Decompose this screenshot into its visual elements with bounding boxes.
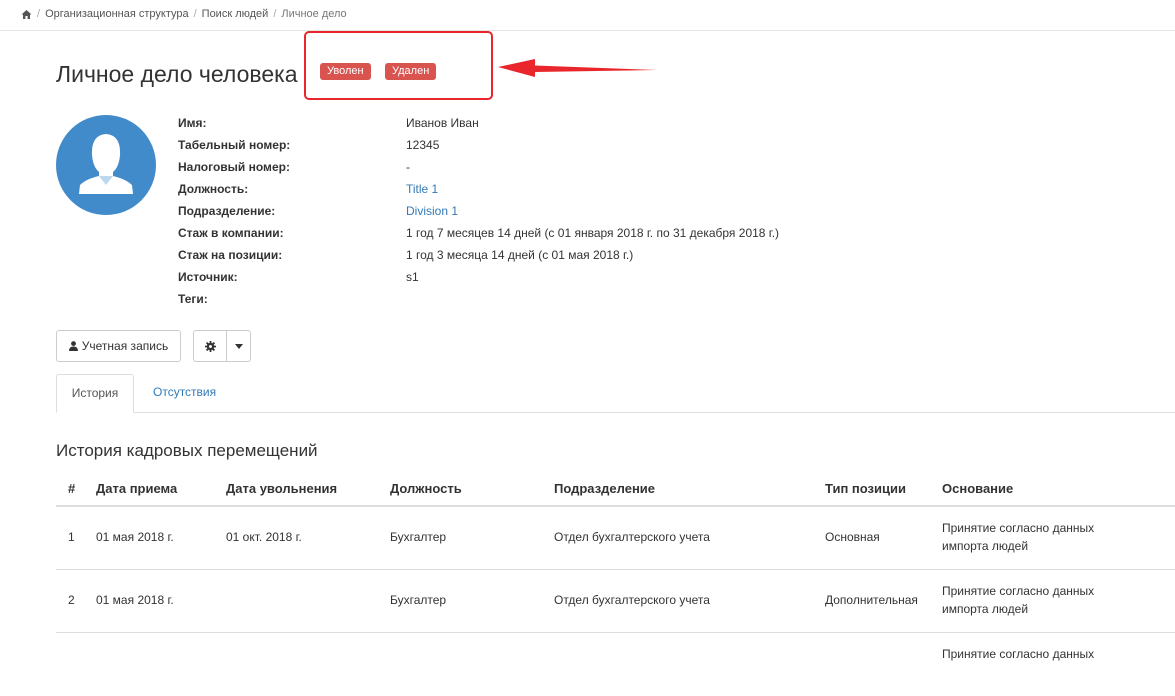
cell-dismissal-date: 01 окт. 2018 г. bbox=[226, 530, 302, 544]
breadcrumb-separator: / bbox=[37, 8, 41, 20]
user-avatar-icon bbox=[56, 115, 156, 215]
cell-basis-line: импорта людей bbox=[942, 602, 1029, 616]
division-link[interactable]: Division 1 bbox=[406, 203, 458, 219]
cell-hire-date: 01 мая 2018 г. bbox=[96, 530, 174, 544]
column-header-hire-date: Дата приема bbox=[96, 481, 178, 496]
info-value: - bbox=[406, 160, 410, 174]
info-label: Источник: bbox=[178, 270, 238, 284]
cell-position-type: Дополнительная bbox=[825, 593, 918, 607]
settings-dropdown-toggle[interactable] bbox=[226, 330, 251, 362]
cell-basis: Принятие согласно данных bbox=[942, 645, 1122, 663]
cell-basis: Принятие согласно данных импорта людей bbox=[942, 519, 1122, 555]
page-title: Личное дело человека bbox=[56, 61, 298, 87]
column-header-basis: Основание bbox=[942, 481, 1014, 496]
info-label: Стаж в компании: bbox=[178, 226, 284, 240]
info-value: 1 год 7 месяцев 14 дней (с 01 января 201… bbox=[406, 226, 780, 240]
column-header-position-type: Тип позиции bbox=[825, 481, 906, 496]
cell-number: 1 bbox=[68, 530, 75, 544]
cell-position: Бухгалтер bbox=[390, 593, 447, 607]
tabs: История Отсутствия bbox=[56, 374, 1175, 413]
gear-icon bbox=[204, 340, 216, 352]
position-link[interactable]: Title 1 bbox=[406, 181, 438, 197]
cell-division: Отдел бухгалтерского учета bbox=[554, 530, 710, 544]
account-button-label: Учетная запись bbox=[81, 339, 169, 353]
breadcrumb: / Организационная структура / Поиск люде… bbox=[0, 0, 1175, 31]
info-label: Подразделение: bbox=[178, 204, 276, 218]
info-label: Должность: bbox=[178, 182, 249, 196]
table-row: Принятие согласно данных bbox=[56, 633, 1175, 696]
section-title: История кадровых перемещений bbox=[56, 441, 318, 460]
cell-position: Бухгалтер bbox=[390, 530, 447, 544]
settings-button[interactable] bbox=[193, 330, 227, 362]
cell-basis-line: Принятие согласно данных bbox=[942, 647, 1095, 661]
cell-basis-line: Принятие согласно данных bbox=[942, 584, 1095, 598]
breadcrumb-people-search[interactable]: Поиск людей bbox=[202, 8, 269, 20]
history-table: # Дата приема Дата увольнения Должность … bbox=[56, 470, 1175, 696]
cell-basis-line: Принятие согласно данных bbox=[942, 521, 1095, 535]
table-row: 2 01 мая 2018 г. Бухгалтер Отдел бухгалт… bbox=[56, 570, 1175, 633]
cell-division: Отдел бухгалтерского учета bbox=[554, 593, 710, 607]
cell-basis: Принятие согласно данных импорта людей bbox=[942, 582, 1122, 618]
breadcrumb-separator: / bbox=[273, 8, 277, 20]
info-label: Табельный номер: bbox=[178, 138, 291, 152]
info-value: 12345 bbox=[406, 138, 440, 152]
column-header-position: Должность bbox=[390, 481, 462, 496]
annotation-arrow-icon bbox=[498, 59, 657, 77]
info-value: Иванов Иван bbox=[406, 116, 479, 130]
tab-history[interactable]: История bbox=[56, 374, 134, 413]
caret-down-icon bbox=[234, 343, 243, 349]
column-header-number: # bbox=[68, 481, 76, 496]
cell-hire-date: 01 мая 2018 г. bbox=[96, 593, 174, 607]
table-row: 1 01 мая 2018 г. 01 окт. 2018 г. Бухгалт… bbox=[56, 507, 1175, 570]
breadcrumb-separator: / bbox=[193, 8, 197, 20]
info-label: Налоговый номер: bbox=[178, 160, 290, 174]
column-header-division: Подразделение bbox=[554, 481, 656, 496]
info-label: Стаж на позиции: bbox=[178, 248, 283, 262]
cell-position-type: Основная bbox=[825, 530, 880, 544]
table-header: # Дата приема Дата увольнения Должность … bbox=[56, 470, 1175, 507]
breadcrumb-personal-file: Личное дело bbox=[281, 8, 347, 20]
info-value: s1 bbox=[406, 270, 419, 284]
cell-basis-line: импорта людей bbox=[942, 539, 1029, 553]
info-label: Имя: bbox=[178, 116, 207, 130]
home-icon[interactable] bbox=[21, 9, 32, 20]
info-label: Теги: bbox=[178, 292, 208, 306]
user-icon bbox=[68, 341, 78, 351]
cell-number: 2 bbox=[68, 593, 75, 607]
account-button[interactable]: Учетная запись bbox=[56, 330, 181, 362]
annotation-highlight-box bbox=[304, 31, 493, 100]
tab-absences[interactable]: Отсутствия bbox=[138, 374, 231, 413]
info-value: 1 год 3 месяца 14 дней (с 01 мая 2018 г.… bbox=[406, 248, 634, 262]
breadcrumb-org-structure[interactable]: Организационная структура bbox=[45, 8, 189, 20]
column-header-dismissal-date: Дата увольнения bbox=[226, 481, 338, 496]
